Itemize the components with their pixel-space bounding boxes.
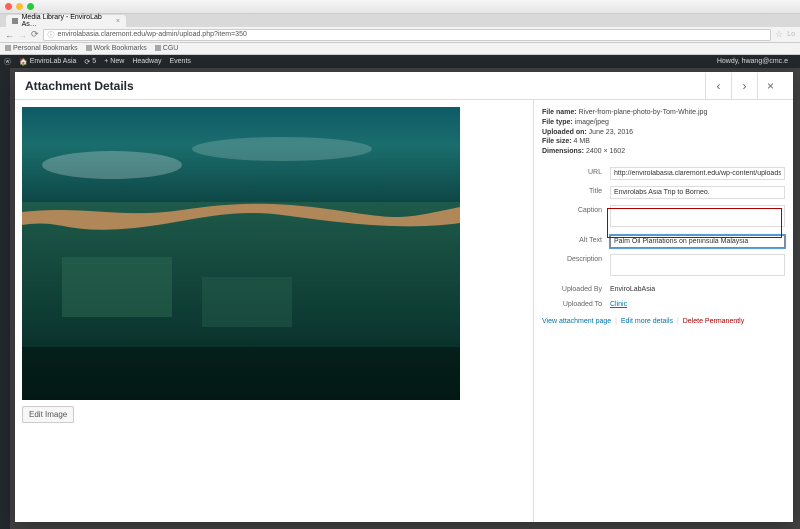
next-attachment-button[interactable]: › bbox=[731, 73, 757, 99]
field-description: Description bbox=[542, 254, 785, 278]
updates-icon[interactable]: ⟳ 5 bbox=[84, 58, 96, 66]
modal-header: Attachment Details ‹ › × bbox=[15, 72, 793, 100]
caption-textarea[interactable] bbox=[610, 205, 785, 227]
info-filetype: File type: image/jpeg bbox=[542, 118, 785, 128]
prev-attachment-button[interactable]: ‹ bbox=[705, 73, 731, 99]
view-attachment-link[interactable]: View attachment page bbox=[542, 318, 611, 325]
folder-icon bbox=[155, 45, 161, 51]
folder-icon bbox=[5, 45, 11, 51]
back-icon[interactable]: ← bbox=[5, 30, 14, 40]
mac-titlebar bbox=[0, 0, 800, 14]
events-link[interactable]: Events bbox=[170, 58, 191, 65]
truncated-right: Lo bbox=[787, 31, 795, 38]
page-icon bbox=[12, 18, 18, 24]
field-uploaded-by: Uploaded By EnviroLabAsia bbox=[542, 284, 785, 293]
address-bar[interactable]: ⓘ envirolabasia.claremont.edu/wp-admin/u… bbox=[43, 29, 772, 41]
field-uploaded-to: Uploaded To Clinic bbox=[542, 299, 785, 308]
browser-tabs: Media Library - EnviroLab As… × bbox=[0, 14, 800, 27]
uploaded-by-value: EnviroLabAsia bbox=[610, 284, 785, 293]
close-modal-button[interactable]: × bbox=[757, 73, 783, 99]
edit-image-button[interactable]: Edit Image bbox=[22, 406, 74, 423]
tab-title: Media Library - EnviroLab As… bbox=[22, 14, 112, 28]
url-input[interactable] bbox=[610, 167, 785, 180]
bookmark-item[interactable]: Personal Bookmarks bbox=[5, 45, 78, 52]
info-uploaded: Uploaded on: June 23, 2016 bbox=[542, 128, 785, 138]
browser-toolbar: ← → ⟳ ⓘ envirolabasia.claremont.edu/wp-a… bbox=[0, 27, 800, 43]
bookmarks-bar: Personal Bookmarks Work Bookmarks CGU bbox=[0, 43, 800, 55]
site-name[interactable]: 🏠 EnviroLab Asia bbox=[19, 58, 76, 66]
close-tab-icon[interactable]: × bbox=[116, 18, 120, 25]
attachment-actions: View attachment page | Edit more details… bbox=[542, 318, 785, 325]
url-text: envirolabasia.claremont.edu/wp-admin/upl… bbox=[58, 31, 247, 38]
maximize-window-icon[interactable] bbox=[27, 3, 34, 10]
attachment-image bbox=[22, 107, 460, 400]
delete-permanently-link[interactable]: Delete Permanently bbox=[683, 318, 744, 325]
folder-icon bbox=[86, 45, 92, 51]
wp-admin-bar: ⓦ 🏠 EnviroLab Asia ⟳ 5 + New Headway Eve… bbox=[0, 55, 800, 68]
new-content[interactable]: + New bbox=[104, 58, 124, 65]
site-info-icon[interactable]: ⓘ bbox=[48, 30, 55, 40]
wp-logo-icon[interactable]: ⓦ bbox=[4, 57, 11, 67]
edit-more-details-link[interactable]: Edit more details bbox=[621, 318, 673, 325]
attachment-details-modal: Attachment Details ‹ › × bbox=[15, 72, 793, 522]
browser-tab[interactable]: Media Library - EnviroLab As… × bbox=[6, 15, 126, 27]
minimize-window-icon[interactable] bbox=[16, 3, 23, 10]
field-title: Title bbox=[542, 186, 785, 199]
field-alt-text: Alt Text bbox=[542, 235, 785, 248]
star-icon[interactable]: ☆ bbox=[775, 29, 783, 40]
attachment-meta-column: File name: River-from-plane-photo-by-Tom… bbox=[533, 100, 793, 522]
info-dimensions: Dimensions: 2400 × 1602 bbox=[542, 147, 785, 157]
title-input[interactable] bbox=[610, 186, 785, 199]
bookmark-item[interactable]: CGU bbox=[155, 45, 179, 52]
field-url: URL bbox=[542, 167, 785, 180]
media-preview-column: Edit Image bbox=[15, 100, 533, 522]
modal-title: Attachment Details bbox=[25, 79, 134, 93]
uploaded-to-link[interactable]: Clinic bbox=[610, 301, 627, 308]
howdy-user[interactable]: Howdy, hwang@cmc.e bbox=[717, 58, 788, 65]
info-filesize: File size: 4 MB bbox=[542, 137, 785, 147]
wp-admin-sidebar[interactable] bbox=[0, 68, 10, 529]
alt-text-input[interactable] bbox=[610, 235, 785, 248]
close-window-icon[interactable] bbox=[5, 3, 12, 10]
description-textarea[interactable] bbox=[610, 254, 785, 276]
info-filename: File name: River-from-plane-photo-by-Tom… bbox=[542, 108, 785, 118]
headway-link[interactable]: Headway bbox=[132, 58, 161, 65]
bookmark-item[interactable]: Work Bookmarks bbox=[86, 45, 147, 52]
reload-icon[interactable]: ⟳ bbox=[31, 29, 39, 40]
forward-icon[interactable]: → bbox=[18, 30, 27, 40]
field-caption: Caption bbox=[542, 205, 785, 229]
